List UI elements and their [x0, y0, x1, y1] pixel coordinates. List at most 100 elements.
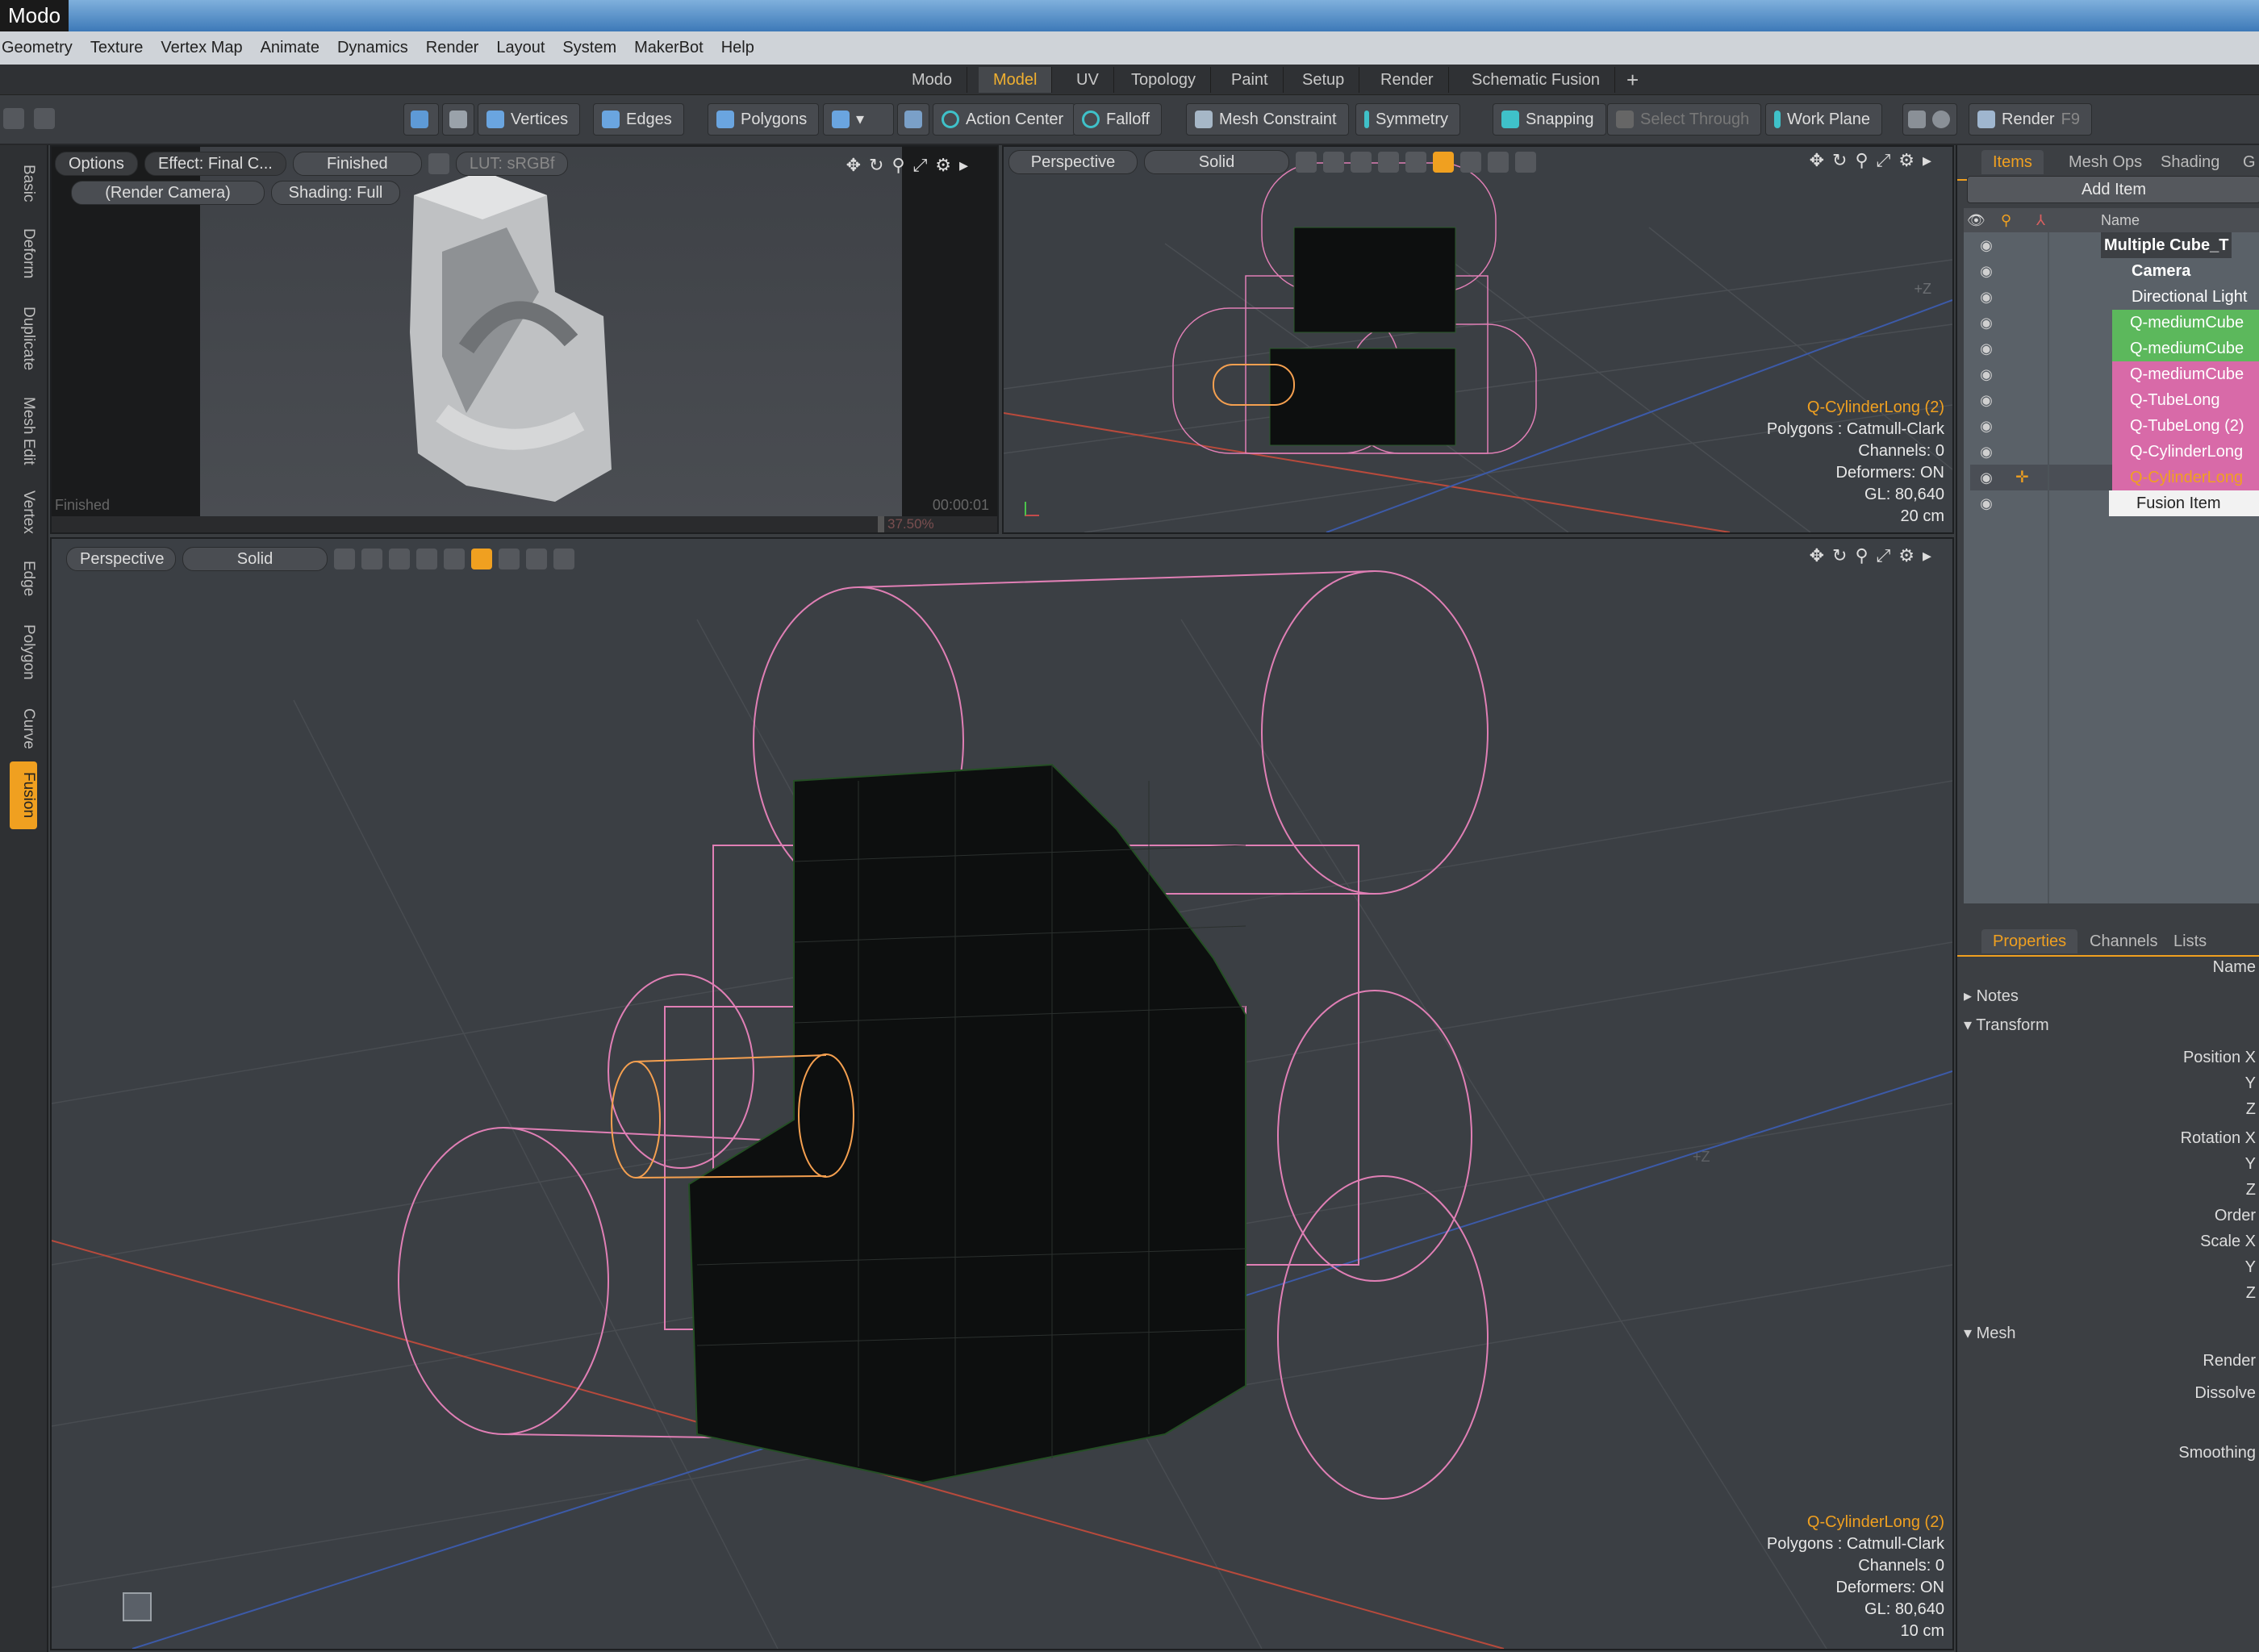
- lut-dropdown[interactable]: LUT: sRGBf: [455, 152, 569, 176]
- material-mode-dropdown[interactable]: ▾: [823, 103, 894, 136]
- checker-icon[interactable]: [334, 549, 355, 569]
- work-plane-button[interactable]: Work Plane: [1765, 103, 1883, 136]
- polygons-button[interactable]: Polygons: [708, 103, 820, 136]
- list-item[interactable]: ◉ Directional Light: [1970, 284, 2259, 310]
- render-view-controls[interactable]: ✥ ↻ ⚲ ⤢ ⚙ ▸: [846, 155, 968, 176]
- action-center-button[interactable]: Action Center: [933, 103, 1076, 136]
- top-perspective-viewport[interactable]: Perspective Solid ✥ ↻ ⚲ ⤢ ⚙ ▸ +Z Q-CylinderLo…: [1002, 145, 1954, 534]
- eye-icon[interactable]: ◉: [1970, 490, 2002, 516]
- list-item-selected[interactable]: ◉ ✛ Q-CylinderLong: [1970, 465, 2259, 490]
- render-button[interactable]: Render F9: [1969, 103, 2092, 136]
- select-through-button[interactable]: Select Through: [1607, 103, 1762, 136]
- tool-tab-deform[interactable]: Deform: [10, 216, 37, 290]
- eye-icon[interactable]: ◉: [1970, 465, 2002, 490]
- tab-items[interactable]: Items: [1981, 150, 2044, 174]
- select-rect-icon[interactable]: [3, 108, 24, 129]
- eye-icon[interactable]: ◉: [1970, 336, 2002, 361]
- eye-icon[interactable]: ◉: [1970, 310, 2002, 336]
- main-view-controls[interactable]: ✥ ↻ ⚲ ⤢ ⚙ ▸: [1810, 545, 1931, 566]
- grid-icon[interactable]: [1323, 152, 1344, 173]
- zoom-icon[interactable]: ⚲: [1855, 150, 1868, 171]
- layers-icon[interactable]: [444, 549, 465, 569]
- list-item[interactable]: ◉ Q-TubeLong (2): [1970, 413, 2259, 439]
- rotate-icon[interactable]: ↻: [1832, 545, 1847, 566]
- wire-icon[interactable]: [1351, 152, 1372, 173]
- mesh-section[interactable]: ▾ Mesh: [1964, 1323, 2016, 1343]
- move-icon[interactable]: ✥: [846, 155, 861, 176]
- list-item[interactable]: ◉ Q-mediumCube: [1970, 336, 2259, 361]
- list-item[interactable]: ◉ Q-TubeLong: [1970, 387, 2259, 413]
- edges-button[interactable]: Edges: [593, 103, 684, 136]
- tab-g[interactable]: G: [2232, 150, 2259, 174]
- menu-layout[interactable]: Layout: [496, 39, 562, 57]
- tab-topology[interactable]: Topology: [1117, 67, 1212, 93]
- menu-animate[interactable]: Animate: [261, 39, 337, 57]
- menu-render[interactable]: Render: [426, 39, 497, 57]
- eye-icon[interactable]: ◉: [1970, 284, 2002, 310]
- book-icon[interactable]: [1515, 152, 1536, 173]
- main-viewport-mode-dropdown[interactable]: Perspective: [66, 547, 176, 571]
- menu-system[interactable]: System: [562, 39, 634, 57]
- top-viewport-mode-dropdown[interactable]: Perspective: [1008, 150, 1138, 174]
- arrow-right-icon[interactable]: ▸: [1923, 150, 1931, 171]
- move-icon[interactable]: ✥: [1810, 545, 1824, 566]
- maximize-icon[interactable]: ⤢: [1877, 150, 1891, 171]
- hatch-icon[interactable]: [416, 549, 437, 569]
- mesh-constraint-button[interactable]: Mesh Constraint: [1186, 103, 1349, 136]
- render-finished-button[interactable]: Finished: [292, 152, 422, 176]
- notes-section[interactable]: ▸ Notes: [1964, 986, 2019, 1006]
- add-item-button[interactable]: Add Item: [1967, 176, 2259, 203]
- tool-tab-duplicate[interactable]: Duplicate: [10, 294, 37, 384]
- viewport-options-button[interactable]: [1902, 103, 1957, 136]
- main-perspective-viewport[interactable]: Perspective Solid ✥ ↻ ⚲ ⤢ ⚙ ▸ +Z Q-CylinderLo…: [50, 537, 1954, 1650]
- arrow-right-icon[interactable]: ▸: [959, 155, 968, 176]
- menu-help[interactable]: Help: [721, 39, 772, 57]
- falloff-button[interactable]: Falloff: [1073, 103, 1163, 136]
- tool-tab-curve[interactable]: Curve: [10, 697, 37, 760]
- tab-shading[interactable]: Shading: [2149, 150, 2231, 174]
- tool-tab-fusion[interactable]: Fusion: [10, 761, 37, 829]
- snapping-button[interactable]: Snapping: [1493, 103, 1606, 136]
- maximize-icon[interactable]: ⤢: [913, 155, 928, 176]
- main-viewport-shading-dropdown[interactable]: Solid: [182, 547, 328, 571]
- render-camera-dropdown[interactable]: (Render Camera): [71, 181, 265, 205]
- transform-section[interactable]: ▾ Transform: [1964, 1015, 2049, 1035]
- tool-tab-basic[interactable]: Basic: [10, 153, 37, 213]
- zoom-icon[interactable]: ⚲: [891, 155, 904, 176]
- list-item[interactable]: ◉ Q-mediumCube: [1970, 361, 2259, 387]
- select-tools[interactable]: [3, 108, 60, 131]
- refresh-icon[interactable]: ↻: [869, 155, 883, 176]
- tab-paint[interactable]: Paint: [1217, 67, 1284, 93]
- gear-icon[interactable]: ⚙: [1898, 545, 1915, 566]
- top-viewport-shading-dropdown[interactable]: Solid: [1144, 150, 1289, 174]
- tab-model[interactable]: Model: [979, 67, 1053, 93]
- eye-icon[interactable]: ◉: [1970, 439, 2002, 465]
- top-view-controls[interactable]: ✥ ↻ ⚲ ⤢ ⚙ ▸: [1810, 150, 1931, 171]
- tab-setup[interactable]: Setup: [1288, 67, 1360, 93]
- select-lasso-icon[interactable]: [34, 108, 55, 129]
- lock-icon[interactable]: [428, 153, 449, 174]
- eye-icon[interactable]: ◉: [1970, 258, 2002, 284]
- add-tab-button[interactable]: +: [1612, 67, 1653, 93]
- render-shading-dropdown[interactable]: Shading: Full: [271, 181, 400, 205]
- zoom-icon[interactable]: ⚲: [1855, 545, 1868, 566]
- move-icon[interactable]: ✥: [1810, 150, 1824, 171]
- page-icon[interactable]: [526, 549, 547, 569]
- gear-icon[interactable]: ⚙: [1898, 150, 1915, 171]
- tool-tab-mesh-edit[interactable]: Mesh Edit: [10, 387, 37, 474]
- layers-icon[interactable]: [1405, 152, 1426, 173]
- eye-icon[interactable]: ◉: [1970, 413, 2002, 439]
- eye-icon[interactable]: ◉: [1970, 361, 2002, 387]
- list-item[interactable]: ◉ Camera: [1970, 258, 2259, 284]
- tab-schematic-fusion[interactable]: Schematic Fusion: [1457, 67, 1615, 93]
- menu-vertex-map[interactable]: Vertex Map: [161, 39, 260, 57]
- tab-modo[interactable]: Modo: [897, 67, 968, 93]
- transform-tool-button[interactable]: [403, 103, 439, 136]
- vertices-button[interactable]: Vertices: [478, 103, 581, 136]
- tab-uv[interactable]: UV: [1062, 67, 1114, 93]
- list-item[interactable]: ◉ Multiple Cube_T: [1970, 232, 2259, 258]
- render-options-button[interactable]: Options: [55, 152, 138, 176]
- arrow-right-icon[interactable]: ▸: [1923, 545, 1931, 566]
- menu-makerbot[interactable]: MakerBot: [634, 39, 721, 57]
- checker-icon[interactable]: [1296, 152, 1317, 173]
